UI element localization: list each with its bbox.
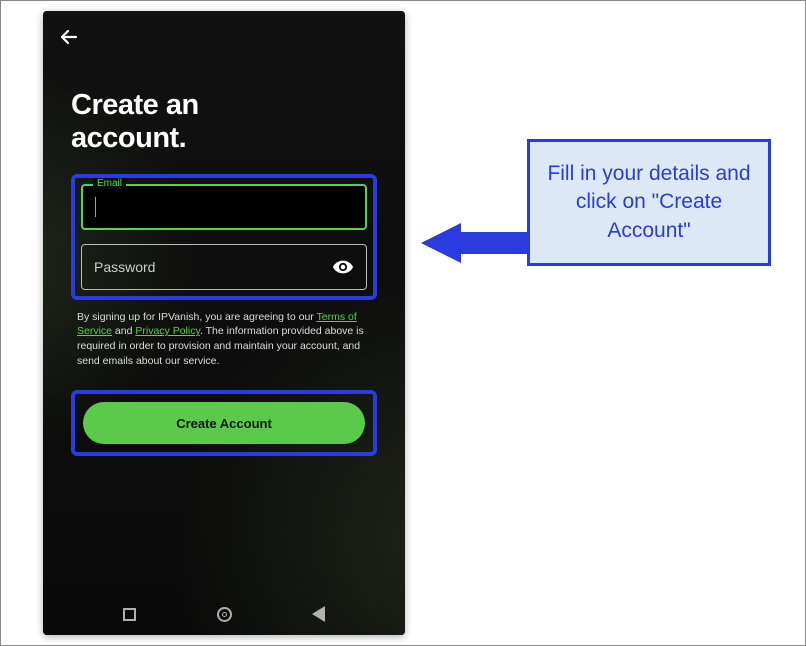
- create-account-button[interactable]: Create Account: [83, 402, 365, 444]
- email-label: Email: [93, 178, 126, 189]
- show-password-icon[interactable]: [332, 256, 354, 278]
- email-input[interactable]: [96, 199, 353, 215]
- legal-and: and: [112, 325, 135, 337]
- arrow-shaft: [459, 232, 531, 254]
- page-title: Create an account.: [71, 89, 291, 156]
- legal-prefix: By signing up for IPVanish, you are agre…: [77, 311, 317, 323]
- signup-form: Create an account. Email Password By sig…: [71, 89, 377, 456]
- phone-screen: Create an account. Email Password By sig…: [43, 11, 405, 635]
- back-nav-icon[interactable]: [312, 606, 325, 622]
- instruction-callout: Fill in your details and click on "Creat…: [527, 139, 771, 266]
- back-icon[interactable]: [57, 25, 81, 49]
- arrow-head-icon: [421, 223, 461, 263]
- home-icon[interactable]: [217, 607, 232, 622]
- email-field[interactable]: Email: [81, 184, 367, 230]
- legal-text: By signing up for IPVanish, you are agre…: [71, 310, 377, 369]
- recent-apps-icon[interactable]: [123, 608, 136, 621]
- password-placeholder: Password: [94, 259, 332, 275]
- android-nav-bar: [43, 593, 405, 635]
- button-highlight: Create Account: [71, 390, 377, 456]
- fields-highlight: Email Password: [71, 174, 377, 300]
- password-field[interactable]: Password: [81, 244, 367, 290]
- callout-arrow: [421, 223, 531, 263]
- privacy-policy-link[interactable]: Privacy Policy: [135, 325, 200, 337]
